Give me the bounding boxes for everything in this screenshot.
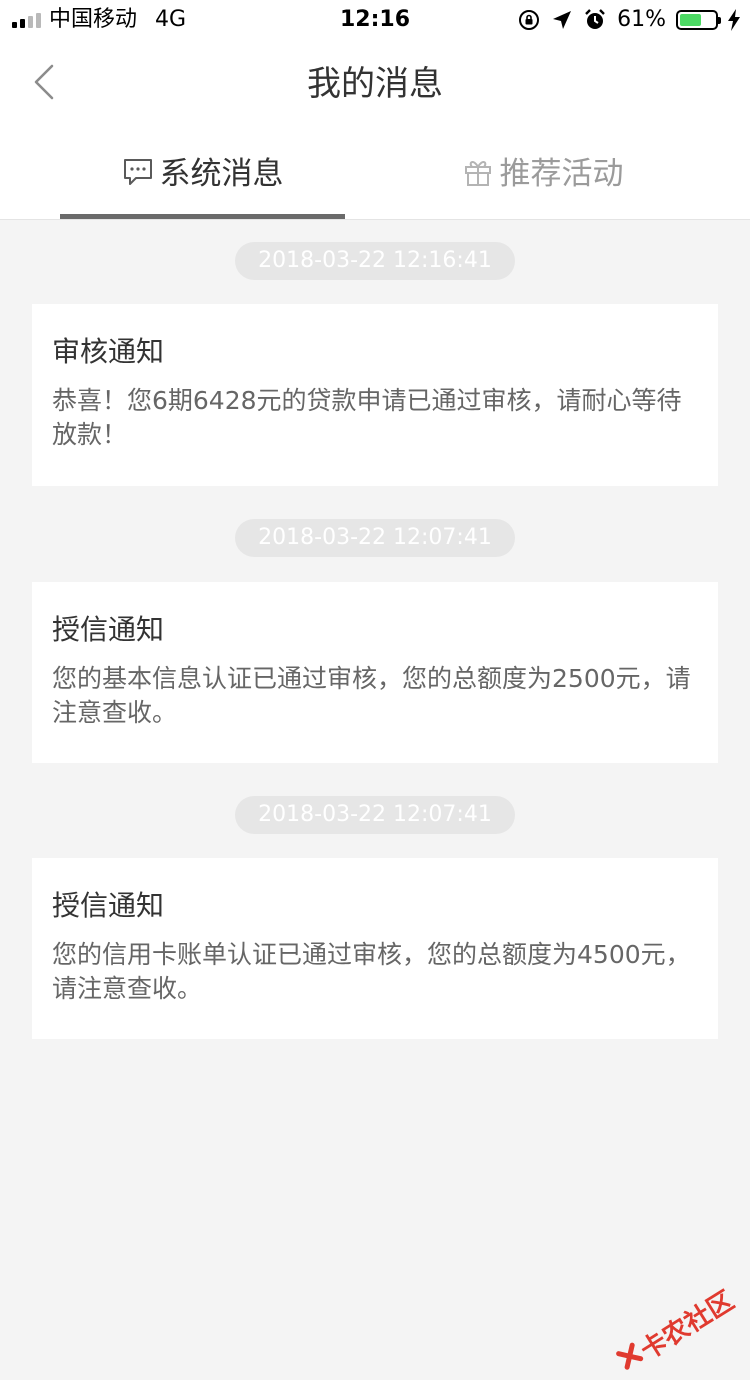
- message-timestamp: 2018-03-22 12:16:41: [235, 242, 515, 280]
- battery-icon: [676, 10, 721, 30]
- message-card[interactable]: 审核通知 恭喜！您6期6428元的贷款申请已通过审核，请耐心等待放款！: [32, 304, 718, 486]
- message-body: 您的基本信息认证已通过审核，您的总额度为2500元，请注意查收。: [52, 664, 691, 727]
- tab-recommended-activities[interactable]: 推荐活动: [400, 128, 685, 220]
- message-card[interactable]: 授信通知 您的基本信息认证已通过审核，您的总额度为2500元，请注意查收。: [32, 582, 718, 763]
- tab-bar: 系统消息 推荐活动: [0, 128, 750, 220]
- page-title: 我的消息: [307, 64, 443, 104]
- watermark-logo: 卡农社区: [612, 1281, 740, 1380]
- message-body: 恭喜！您6期6428元的贷款申请已通过审核，请耐心等待放款！: [52, 386, 682, 449]
- status-bar-right: 61%: [517, 6, 740, 34]
- active-tab-indicator: [60, 214, 345, 219]
- location-arrow-icon: [551, 9, 573, 31]
- message-title: 授信通知: [52, 613, 165, 646]
- tab-system-messages[interactable]: 系统消息: [60, 128, 345, 220]
- message-body: 您的信用卡账单认证已通过审核，您的总额度为4500元，请注意查收。: [52, 940, 691, 1003]
- message-title: 审核通知: [52, 335, 165, 368]
- tab-label: 推荐活动: [499, 156, 624, 192]
- message-timestamp: 2018-03-22 12:07:41: [235, 519, 515, 557]
- watermark-text: 卡农社区: [635, 1285, 740, 1367]
- message-title: 授信通知: [52, 889, 165, 922]
- tab-label: 系统消息: [159, 156, 284, 192]
- charging-bolt-icon: [728, 9, 740, 31]
- message-card[interactable]: 授信通知 您的信用卡账单认证已通过审核，您的总额度为4500元，请注意查收。: [32, 858, 718, 1039]
- battery-percent: 61%: [617, 7, 666, 32]
- gift-icon: [462, 156, 494, 192]
- chat-bubble-icon: [122, 157, 154, 191]
- navigation-bar: 我的消息: [0, 40, 750, 128]
- message-timestamp: 2018-03-22 12:07:41: [235, 796, 515, 834]
- orientation-lock-icon: [517, 8, 541, 32]
- alarm-clock-icon: [583, 8, 607, 32]
- status-bar: 中国移动 4G 12:16 61%: [0, 0, 750, 40]
